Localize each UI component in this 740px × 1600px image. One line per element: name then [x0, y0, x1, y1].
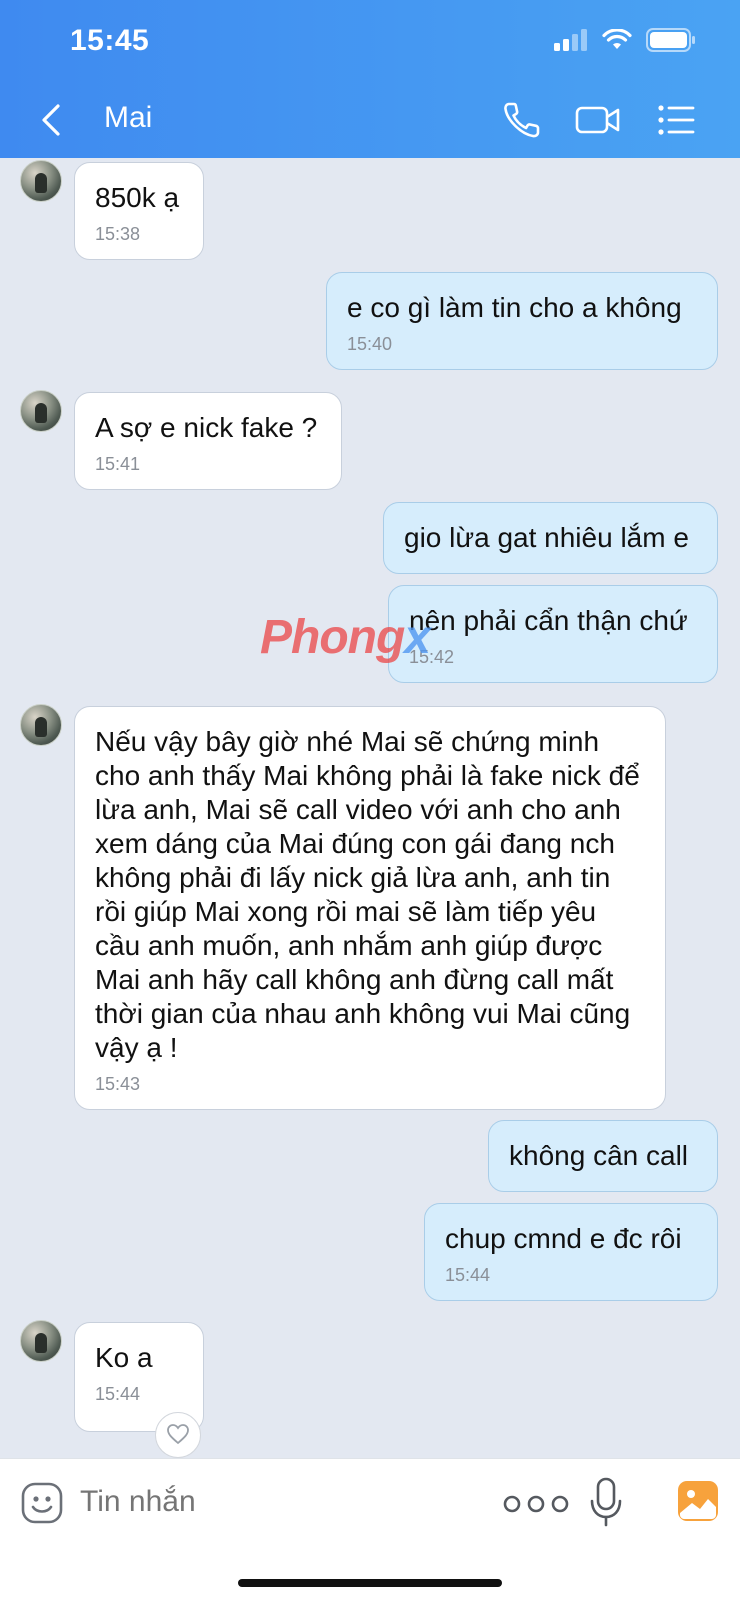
- phone-call-icon[interactable]: [500, 98, 544, 142]
- message-text: nên phải cẩn thận chứ: [409, 605, 688, 636]
- status-icons: [554, 28, 696, 52]
- avatar[interactable]: [20, 390, 62, 432]
- message-text: Ko a: [95, 1342, 153, 1373]
- message-input[interactable]: [80, 1479, 460, 1525]
- composer-bar: [0, 1458, 740, 1600]
- home-indicator: [238, 1579, 502, 1587]
- status-time: 15:45: [70, 24, 150, 57]
- message-bubble-incoming[interactable]: Nếu vậy bây giờ nhé Mai sẽ chứng minh ch…: [74, 706, 666, 1110]
- wifi-icon: [602, 29, 632, 49]
- avatar[interactable]: [20, 704, 62, 746]
- video-call-icon[interactable]: [574, 98, 622, 142]
- avatar[interactable]: [20, 1320, 62, 1362]
- menu-list-icon[interactable]: [654, 98, 698, 142]
- chat-header: 15:45 Mai: [0, 0, 740, 158]
- message-bubble-incoming[interactable]: 850k ạ 15:38: [74, 162, 204, 260]
- message-text: gio lừa gat nhiêu lắm e: [404, 522, 689, 553]
- avatar[interactable]: [20, 160, 62, 202]
- message-bubble-outgoing[interactable]: gio lừa gat nhiêu lắm e: [383, 502, 718, 574]
- microphone-icon[interactable]: [588, 1477, 624, 1529]
- react-heart-button[interactable]: [155, 1412, 201, 1458]
- sticker-icon[interactable]: [20, 1481, 64, 1525]
- message-text: 850k ạ: [95, 182, 180, 213]
- message-text: Nếu vậy bây giờ nhé Mai sẽ chứng minh ch…: [95, 726, 640, 1063]
- message-list[interactable]: 850k ạ 15:38 e co gì làm tin cho a không…: [0, 158, 740, 1458]
- message-time: 15:44: [95, 1384, 141, 1404]
- message-time: 15:40: [347, 334, 393, 354]
- message-bubble-outgoing[interactable]: không cân call: [488, 1120, 718, 1192]
- photo-gallery-icon[interactable]: [676, 1479, 720, 1523]
- message-text: e co gì làm tin cho a không: [347, 292, 682, 323]
- message-time: 15:43: [95, 1074, 141, 1094]
- message-text: A sợ e nick fake ?: [95, 412, 318, 443]
- message-time: 15:38: [95, 224, 141, 244]
- message-time: 15:42: [409, 647, 455, 667]
- message-bubble-outgoing[interactable]: chup cmnd e đc rôi 15:44: [424, 1203, 718, 1301]
- message-bubble-outgoing[interactable]: nên phải cẩn thận chứ 15:42: [388, 585, 718, 683]
- signal-icon: [554, 29, 587, 51]
- message-time: 15:44: [445, 1265, 491, 1285]
- message-time: 15:41: [95, 454, 141, 474]
- battery-icon: [646, 28, 695, 52]
- message-text: không cân call: [509, 1140, 689, 1171]
- back-button[interactable]: [34, 100, 68, 140]
- message-bubble-outgoing[interactable]: e co gì làm tin cho a không 15:40: [326, 272, 718, 370]
- heart-icon: [167, 1424, 189, 1445]
- message-bubble-incoming[interactable]: A sợ e nick fake ? 15:41: [74, 392, 342, 490]
- message-text: chup cmnd e đc rôi: [445, 1223, 682, 1254]
- more-options-icon[interactable]: [498, 1489, 578, 1519]
- chat-title[interactable]: Mai: [104, 101, 152, 135]
